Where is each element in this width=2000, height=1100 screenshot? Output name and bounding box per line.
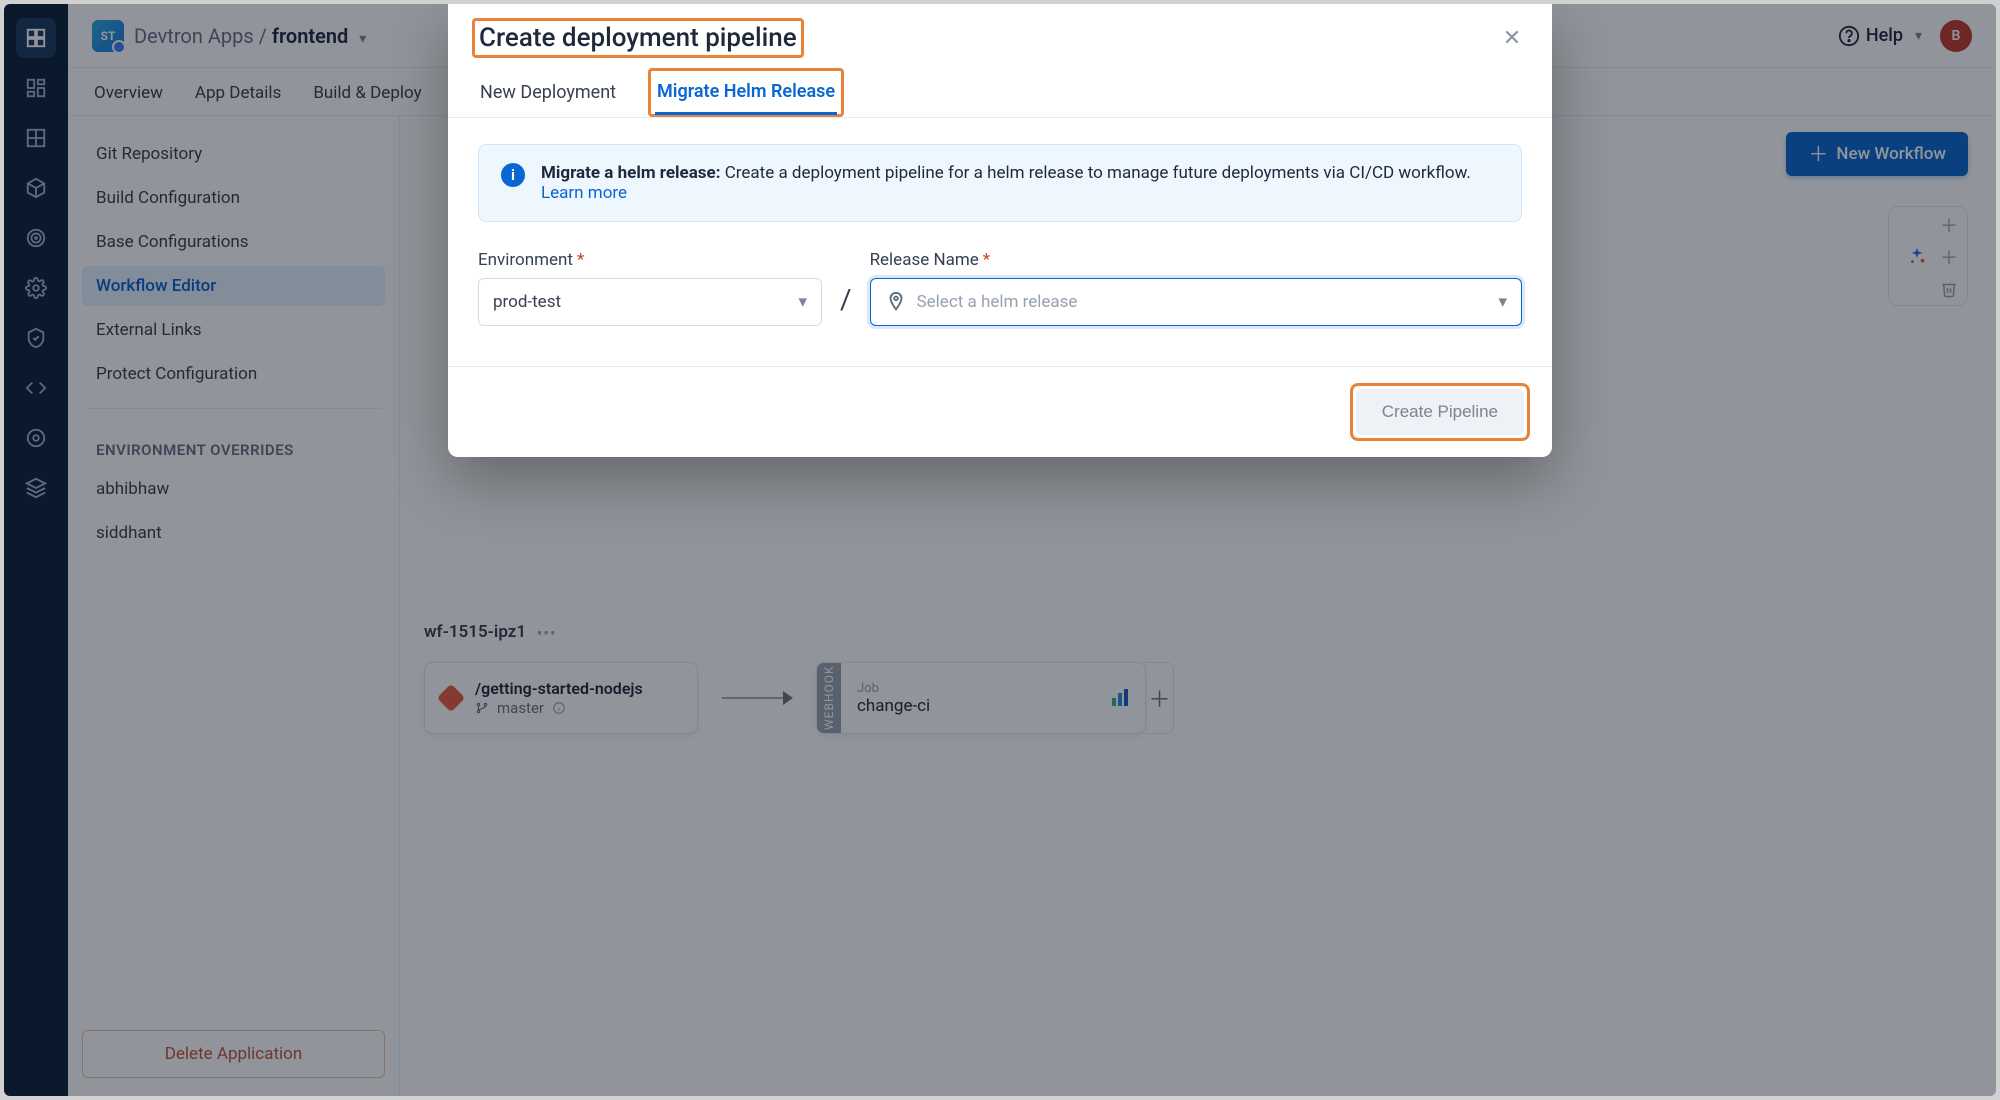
banner-text: Create a deployment pipeline for a helm … <box>721 163 1471 183</box>
separator: / <box>840 283 852 316</box>
environment-label: Environment* <box>478 250 822 270</box>
helm-icon <box>885 291 907 313</box>
banner-strong: Migrate a helm release: <box>541 163 721 183</box>
tab-new-deployment[interactable]: New Deployment <box>478 72 618 117</box>
highlight-tab: Migrate Helm Release <box>648 68 844 117</box>
release-placeholder: Select a helm release <box>917 292 1078 312</box>
release-name-label: Release Name* <box>870 250 1522 270</box>
learn-more-link[interactable]: Learn more <box>541 183 627 203</box>
tab-migrate-helm[interactable]: Migrate Helm Release <box>655 71 837 115</box>
close-icon[interactable]: ✕ <box>1496 22 1528 54</box>
create-deployment-modal: Create deployment pipeline ✕ New Deploym… <box>448 4 1552 457</box>
info-banner: i Migrate a helm release: Create a deplo… <box>478 144 1522 222</box>
modal-tabs: New Deployment Migrate Helm Release <box>448 62 1552 118</box>
chevron-down-icon: ▾ <box>798 292 807 312</box>
app-frame: ST Devtron Apps / frontend ▾ Help ▾ B Ov… <box>4 4 1996 1096</box>
create-pipeline-button[interactable]: Create Pipeline <box>1356 389 1524 435</box>
modal-title: Create deployment pipeline <box>479 23 797 53</box>
highlight-create-button: Create Pipeline <box>1350 383 1530 441</box>
release-name-select[interactable]: Select a helm release ▾ <box>870 278 1522 326</box>
environment-select[interactable]: prod-test ▾ <box>478 278 822 326</box>
highlight-title: Create deployment pipeline <box>472 18 804 58</box>
chevron-down-icon: ▾ <box>1498 292 1507 312</box>
environment-value: prod-test <box>493 292 561 312</box>
info-icon: i <box>501 163 525 187</box>
